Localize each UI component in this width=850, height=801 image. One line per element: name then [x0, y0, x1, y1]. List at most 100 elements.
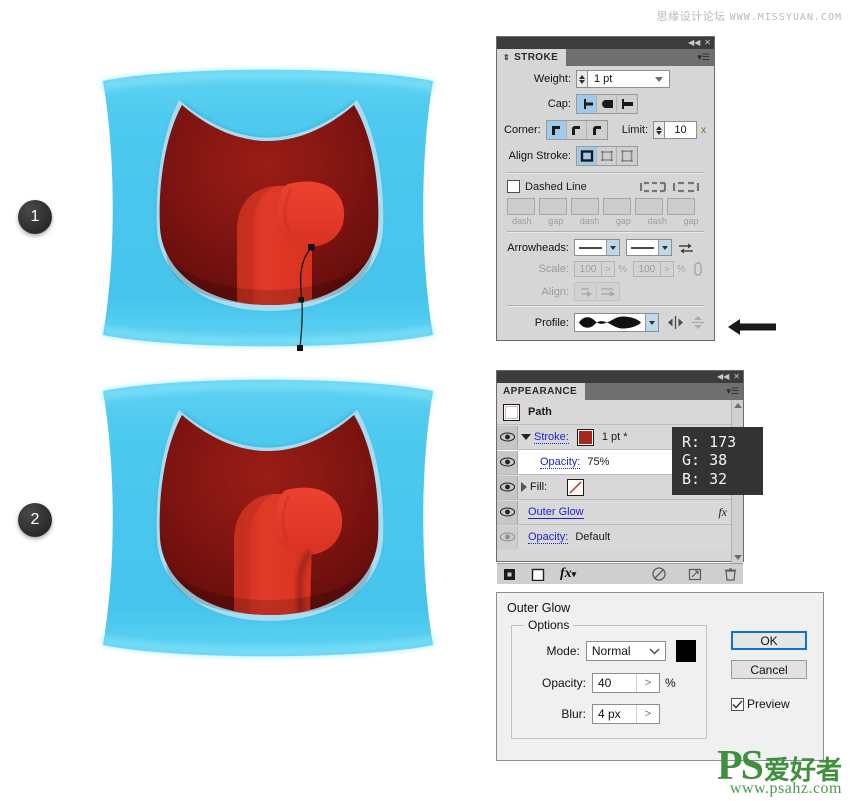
close-icon[interactable]: ✕	[733, 373, 740, 381]
add-new-fill-icon[interactable]	[531, 567, 545, 581]
tab-stroke[interactable]: ⇕ STROKE	[497, 49, 567, 66]
scale-end-flyout-icon[interactable]: >	[660, 261, 674, 277]
limit-stepper[interactable]	[653, 121, 664, 139]
opacity-slider-icon[interactable]: >	[636, 674, 659, 692]
collapse-icon[interactable]: ◀◀	[688, 39, 700, 47]
duplicate-item-icon[interactable]	[688, 567, 702, 581]
object-opacity-label[interactable]: Opacity:	[528, 531, 569, 544]
arrowhead-start-caret-icon[interactable]	[606, 240, 619, 255]
outer-glow-label[interactable]: Outer Glow	[528, 506, 584, 519]
dash-field-2[interactable]	[571, 198, 599, 215]
glow-color-swatch[interactable]	[676, 640, 696, 662]
delete-item-icon[interactable]	[724, 567, 737, 581]
stroke-label[interactable]: Stroke:	[534, 431, 569, 444]
fill-label[interactable]: Fill:	[530, 481, 547, 493]
disclosure-triangle-stroke[interactable]	[521, 434, 531, 440]
panel-menu-icon[interactable]: ▾☰	[726, 383, 743, 400]
blur-slider-icon[interactable]: >	[636, 705, 659, 723]
bevel-join-icon[interactable]	[586, 121, 607, 139]
weight-input[interactable]: 1 pt	[587, 70, 670, 88]
flip-across-icon[interactable]	[691, 315, 705, 330]
align-inside-icon[interactable]	[597, 147, 617, 165]
ok-button[interactable]: OK	[731, 631, 807, 650]
scale-start-flyout-icon[interactable]: >	[602, 261, 615, 277]
preview-checkbox[interactable]	[731, 697, 744, 711]
profile-select[interactable]	[574, 313, 659, 332]
mode-select[interactable]: Normal	[585, 641, 667, 661]
dashed-line-checkbox[interactable]	[507, 180, 520, 193]
dash-label-1: dash	[512, 216, 532, 226]
cap-button-group[interactable]	[576, 94, 638, 114]
appearance-row-object-opacity[interactable]: Opacity: Default	[497, 525, 731, 549]
appearance-panel-titlebar[interactable]: ◀◀ ✕	[497, 371, 743, 383]
arrowheads-label: Arrowheads:	[507, 241, 569, 254]
scale-end-input[interactable]: 100	[632, 261, 661, 277]
scroll-up-icon[interactable]	[733, 403, 742, 408]
projecting-cap-icon[interactable]	[617, 95, 637, 113]
stroke-panel-titlebar[interactable]: ◀◀ ✕	[497, 37, 714, 49]
fx-icon[interactable]: fx	[718, 505, 727, 520]
corner-button-group[interactable]	[545, 120, 608, 140]
add-new-effect-icon[interactable]: fx▾	[560, 566, 576, 582]
object-thumbnail	[503, 403, 520, 421]
stroke-opacity-label[interactable]: Opacity:	[540, 456, 581, 469]
stroke-panel-tabrow[interactable]: ⇕ STROKE ▾☰	[497, 49, 714, 66]
close-icon[interactable]: ✕	[704, 39, 711, 47]
extend-arrow-tip-icon[interactable]	[575, 283, 597, 300]
chevron-down-icon[interactable]	[643, 642, 665, 660]
dash-fields[interactable]	[501, 198, 706, 215]
link-scales-icon[interactable]	[692, 261, 704, 277]
appearance-panel-footer[interactable]: fx▾	[497, 563, 743, 584]
disclosure-triangle-fill[interactable]	[521, 482, 527, 492]
stroke-panel[interactable]: ◀◀ ✕ ⇕ STROKE ▾☰ Weight: 1 pt Cap: Corne…	[496, 36, 715, 341]
dashed-line-row[interactable]: Dashed Line	[501, 180, 706, 193]
visibility-toggle-fill[interactable]	[497, 475, 518, 499]
round-cap-icon[interactable]	[597, 95, 617, 113]
gap-field-3[interactable]	[667, 198, 695, 215]
stroke-color-swatch[interactable]	[576, 428, 594, 446]
fill-color-swatch[interactable]	[567, 478, 585, 496]
add-new-stroke-icon[interactable]	[503, 567, 517, 581]
appearance-row-outer-glow[interactable]: Outer Glow fx	[497, 500, 731, 525]
weight-stepper[interactable]	[576, 70, 587, 88]
miter-join-icon[interactable]	[546, 121, 567, 139]
collapse-icon[interactable]: ◀◀	[717, 373, 729, 381]
dash-field-3[interactable]	[635, 198, 663, 215]
align-center-icon[interactable]	[577, 147, 597, 165]
butt-cap-icon[interactable]	[577, 95, 597, 113]
scale-start-unit: %	[618, 263, 627, 275]
dash-field-1[interactable]	[507, 198, 535, 215]
dash-alignment-buttons[interactable]	[640, 181, 706, 193]
scale-start-input[interactable]: 100	[574, 261, 602, 277]
panel-menu-icon[interactable]: ▾☰	[697, 49, 714, 66]
tab-appearance[interactable]: APPEARANCE	[497, 383, 586, 400]
place-arrow-tip-icon[interactable]	[597, 283, 619, 300]
profile-caret-icon[interactable]	[645, 314, 658, 331]
arrowhead-end-select[interactable]	[626, 239, 672, 256]
appearance-object-row[interactable]: Path	[497, 400, 731, 425]
align-stroke-button-group[interactable]	[576, 146, 638, 166]
visibility-toggle-stroke-opacity[interactable]	[497, 450, 518, 474]
arrowhead-start-select[interactable]	[574, 239, 620, 256]
cancel-button[interactable]: Cancel	[731, 660, 807, 679]
blur-input[interactable]: 4 px >	[592, 704, 660, 724]
arrowhead-end-caret-icon[interactable]	[658, 240, 671, 255]
chevron-down-icon[interactable]	[655, 76, 663, 82]
scroll-down-icon[interactable]	[733, 555, 742, 560]
gap-field-1[interactable]	[539, 198, 567, 215]
preview-row[interactable]: Preview	[731, 697, 807, 711]
limit-input[interactable]: 10	[664, 121, 697, 139]
opacity-input[interactable]: 40 >	[592, 673, 660, 693]
flip-along-icon[interactable]	[667, 315, 684, 330]
round-join-icon[interactable]	[566, 121, 587, 139]
appearance-panel-tabrow[interactable]: APPEARANCE ▾☰	[497, 383, 743, 400]
clear-appearance-icon[interactable]	[652, 567, 666, 581]
visibility-toggle-outer-glow[interactable]	[497, 500, 518, 524]
align-arrow-button-group[interactable]	[574, 282, 620, 301]
visibility-toggle-stroke[interactable]	[497, 425, 518, 449]
outer-glow-dialog[interactable]: Outer Glow Options Mode: Normal Opacity:…	[496, 592, 824, 761]
align-outside-icon[interactable]	[617, 147, 637, 165]
visibility-toggle-object-opacity[interactable]	[497, 525, 518, 549]
gap-field-2[interactable]	[603, 198, 631, 215]
swap-arrowheads-icon[interactable]	[678, 241, 694, 255]
